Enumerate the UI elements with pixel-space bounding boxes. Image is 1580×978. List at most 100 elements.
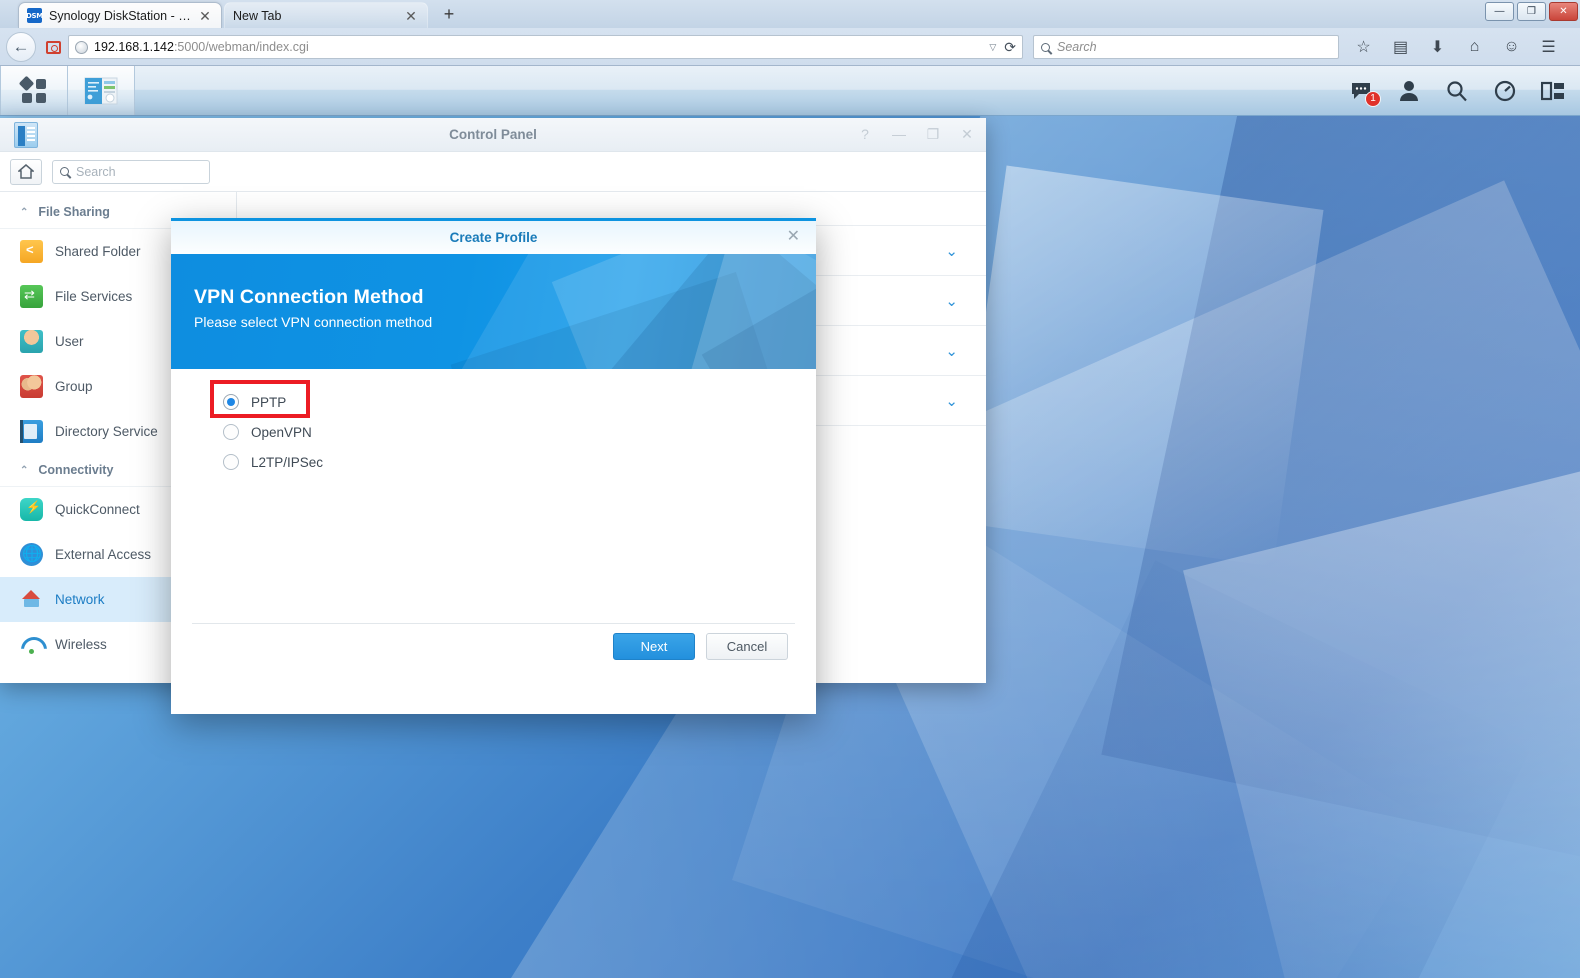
camera-icon [45,40,61,54]
search-icon [1041,42,1050,52]
dialog-title: Create Profile [449,230,538,245]
sidebar-item-label: QuickConnect [55,502,140,517]
directory-service-icon [20,420,43,443]
browser-tab-active[interactable]: DSM Synology DiskStation - Dis... ✕ [18,2,222,28]
chevron-down-icon[interactable]: ⌄ [945,392,958,410]
control-panel-title: Control Panel [449,127,537,142]
notification-badge: 1 [1365,90,1381,107]
window-minimize-button[interactable]: — [1485,2,1514,21]
radio-option-l2tp-ipsec[interactable]: L2TP/IPSec [171,447,816,477]
browser-tab-new-tab[interactable]: New Tab ✕ [224,2,428,28]
dialog-footer: Next Cancel [171,624,816,669]
hello-smiley-icon[interactable]: ☺ [1501,37,1522,58]
reload-icon[interactable]: ⟳ [1004,39,1016,56]
browser-navigation-bar: ← 192.168.1.142:5000/webman/index.cgi ▽ … [0,28,1580,66]
browser-toolbar-icons: ☆ ▤ ⬇ ⌂ ☺ ☰ [1353,37,1559,58]
new-tab-button[interactable]: + [436,4,462,26]
sidebar-item-label: Network [55,592,105,607]
home-icon[interactable]: ⌂ [1464,37,1485,58]
control-panel-icon [14,122,38,148]
dsm-favicon: DSM [26,8,43,23]
network-icon [20,588,43,611]
dsm-taskbar: 1 [0,66,1580,116]
app-grid-icon [19,76,46,103]
home-icon [18,164,34,179]
tab-title: New Tab [233,8,282,23]
control-panel-search-input[interactable]: Search [52,159,210,184]
panel-layout-icon [1541,81,1564,100]
window-restore-button[interactable]: ❐ [1517,2,1546,21]
downloads-icon[interactable]: ⬇ [1427,37,1448,58]
dialog-titlebar[interactable]: Create Profile ✕ [171,221,816,254]
tab-title: Synology DiskStation - Dis... [49,8,197,23]
bookmark-star-icon[interactable]: ☆ [1353,37,1374,58]
control-panel-home-button[interactable] [10,158,42,185]
back-button[interactable]: ← [6,32,36,62]
taskbar-right-icons: 1 [1348,66,1580,115]
window-close-button[interactable]: ✕ [1549,2,1578,21]
sidebar-item-label: Group [55,379,93,394]
radio-label-pptp: PPTP [251,394,287,410]
tab-close-icon[interactable]: ✕ [197,9,213,23]
chevron-down-icon[interactable]: ⌄ [945,342,958,360]
shared-folder-icon [20,240,43,263]
sidebar-item-label: Wireless [55,637,107,652]
search-icon [60,167,69,176]
dialog-banner: VPN Connection Method Please select VPN … [171,254,816,369]
magnifier-icon [1447,80,1467,101]
radio-label-l2tp-ipsec: L2TP/IPSec [251,454,324,470]
widgets-icon[interactable] [1492,78,1518,104]
window-controls: — ❐ ✕ [1485,2,1578,21]
chevron-down-icon[interactable]: ▽ [989,42,996,53]
tab-close-icon[interactable]: ✕ [403,9,419,23]
url-text: 192.168.1.142:5000/webman/index.cgi [94,40,309,54]
control-panel-window-buttons: ? — ❐ ✕ [856,126,976,143]
globe-icon [75,40,88,54]
person-icon [1400,80,1418,101]
radio-button-pptp[interactable] [223,394,239,410]
dialog-heading: VPN Connection Method [194,286,424,308]
control-panel-toolbar: Search [0,152,986,192]
sidebar-group-label: File Sharing [38,205,110,219]
sidebar-item-label: File Services [55,289,133,304]
close-icon[interactable]: ✕ [787,228,800,246]
control-panel-icon [84,77,118,104]
wallpaper-shape [956,165,1324,567]
chevron-down-icon[interactable]: ⌄ [945,292,958,310]
radio-option-pptp[interactable]: PPTP [171,387,816,417]
maximize-button[interactable]: ❐ [924,126,942,143]
taskbar-control-panel-button[interactable] [68,66,134,115]
radio-button-openvpn[interactable] [223,424,239,440]
menu-hamburger-icon[interactable]: ☰ [1538,37,1559,58]
next-button[interactable]: Next [613,633,695,660]
camera-permission-icon[interactable] [40,35,66,59]
external-access-icon [20,543,43,566]
radio-option-openvpn[interactable]: OpenVPN [171,417,816,447]
help-button[interactable]: ? [856,126,874,143]
browser-search-input[interactable]: Search [1033,35,1339,59]
gauge-icon [1494,80,1516,101]
reader-list-icon[interactable]: ▤ [1390,37,1411,58]
radio-label-openvpn: OpenVPN [251,424,312,440]
radio-button-l2tp-ipsec[interactable] [223,454,239,470]
sidebar-item-label: User [55,334,84,349]
cancel-button[interactable]: Cancel [706,633,788,660]
search-icon[interactable] [1444,78,1470,104]
sidebar-item-label: External Access [55,547,152,562]
browser-tabstrip: DSM Synology DiskStation - Dis... ✕ New … [0,0,1580,28]
close-button[interactable]: ✕ [958,126,976,143]
user-account-icon[interactable] [1396,78,1422,104]
main-menu-button[interactable] [1,66,67,115]
dialog-banner-text: VPN Connection Method Please select VPN … [194,286,432,330]
dialog-subheading: Please select VPN connection method [194,314,433,330]
search-placeholder: Search [1057,40,1097,54]
chevron-down-icon[interactable]: ⌄ [945,242,958,260]
create-profile-dialog: Create Profile ✕ VPN Connection Method P… [171,218,816,714]
minimize-button[interactable]: — [890,126,908,143]
chevron-up-icon: ⌃ [20,206,29,218]
notifications-icon[interactable]: 1 [1348,78,1381,107]
pilot-view-icon[interactable] [1540,78,1566,104]
url-bar[interactable]: 192.168.1.142:5000/webman/index.cgi ▽ ⟳ [68,35,1023,59]
control-panel-titlebar[interactable]: Control Panel ? — ❐ ✕ [0,118,986,152]
quickconnect-icon [20,498,43,521]
